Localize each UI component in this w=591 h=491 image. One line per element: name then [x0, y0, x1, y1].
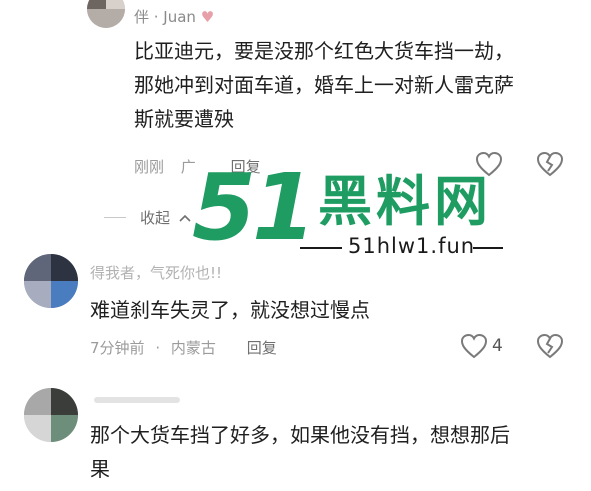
watermark-number: 51	[192, 154, 316, 261]
comment-meta: 7分钟前 · 内蒙古 回复	[90, 337, 277, 358]
collapse-label[interactable]: 收起	[140, 209, 170, 227]
meta-separator: ·	[155, 339, 161, 357]
watermark-site-name: 黑料网	[318, 170, 492, 233]
watermark-url: 51hlw1.fun	[348, 234, 476, 258]
comment-location: 内蒙古	[170, 339, 216, 357]
comment-text: 难道刹车失灵了，就没想过慢点	[90, 293, 370, 327]
username-placeholder-bar	[94, 397, 180, 403]
watermark-line-right	[473, 247, 503, 249]
dislike-broken-heart-icon[interactable]	[536, 333, 564, 359]
chevron-up-icon	[179, 214, 191, 222]
comment-username[interactable]: 得我者，气死你也!!	[90, 262, 222, 283]
comment-line: 难道刹车失灵了，就没想过慢点	[90, 298, 370, 322]
watermark-line-left	[300, 247, 342, 249]
comment-line: 那个大货车挡了好多，如果他没有挡，想想那后	[90, 423, 510, 447]
comment-time: 刚刚	[134, 158, 165, 176]
collapse-divider	[104, 217, 126, 218]
heart-outline-icon[interactable]	[460, 333, 488, 359]
comment-text: 比亚迪元，要是没那个红色大货车挡一劫， 那她冲到对面车道，婚车上一对新人雷克萨 …	[134, 34, 514, 136]
like-count: 4	[492, 336, 503, 356]
comment-line: 斯就要遭殃	[134, 107, 234, 131]
comment-username[interactable]: 伴 · Juan ♥	[134, 6, 214, 27]
username-text[interactable]: 伴 · Juan	[134, 8, 196, 26]
avatar[interactable]	[87, 0, 125, 28]
comment-line: 比亚迪元，要是没那个红色大货车挡一劫，	[134, 39, 514, 63]
comment-text: 那个大货车挡了好多，如果他没有挡，想想那后 果	[90, 418, 510, 486]
comment-line: 果	[90, 457, 110, 481]
collapse-replies-button[interactable]: 收起	[140, 207, 191, 228]
avatar[interactable]	[24, 254, 78, 308]
reply-button[interactable]: 回复	[247, 339, 277, 357]
avatar[interactable]	[24, 388, 78, 442]
heart-broken-emoji-icon: ♥	[200, 8, 215, 26]
comment-time: 7分钟前	[90, 339, 145, 357]
dislike-broken-heart-icon[interactable]	[536, 151, 564, 177]
comment-line: 那她冲到对面车道，婚车上一对新人雷克萨	[134, 73, 514, 97]
